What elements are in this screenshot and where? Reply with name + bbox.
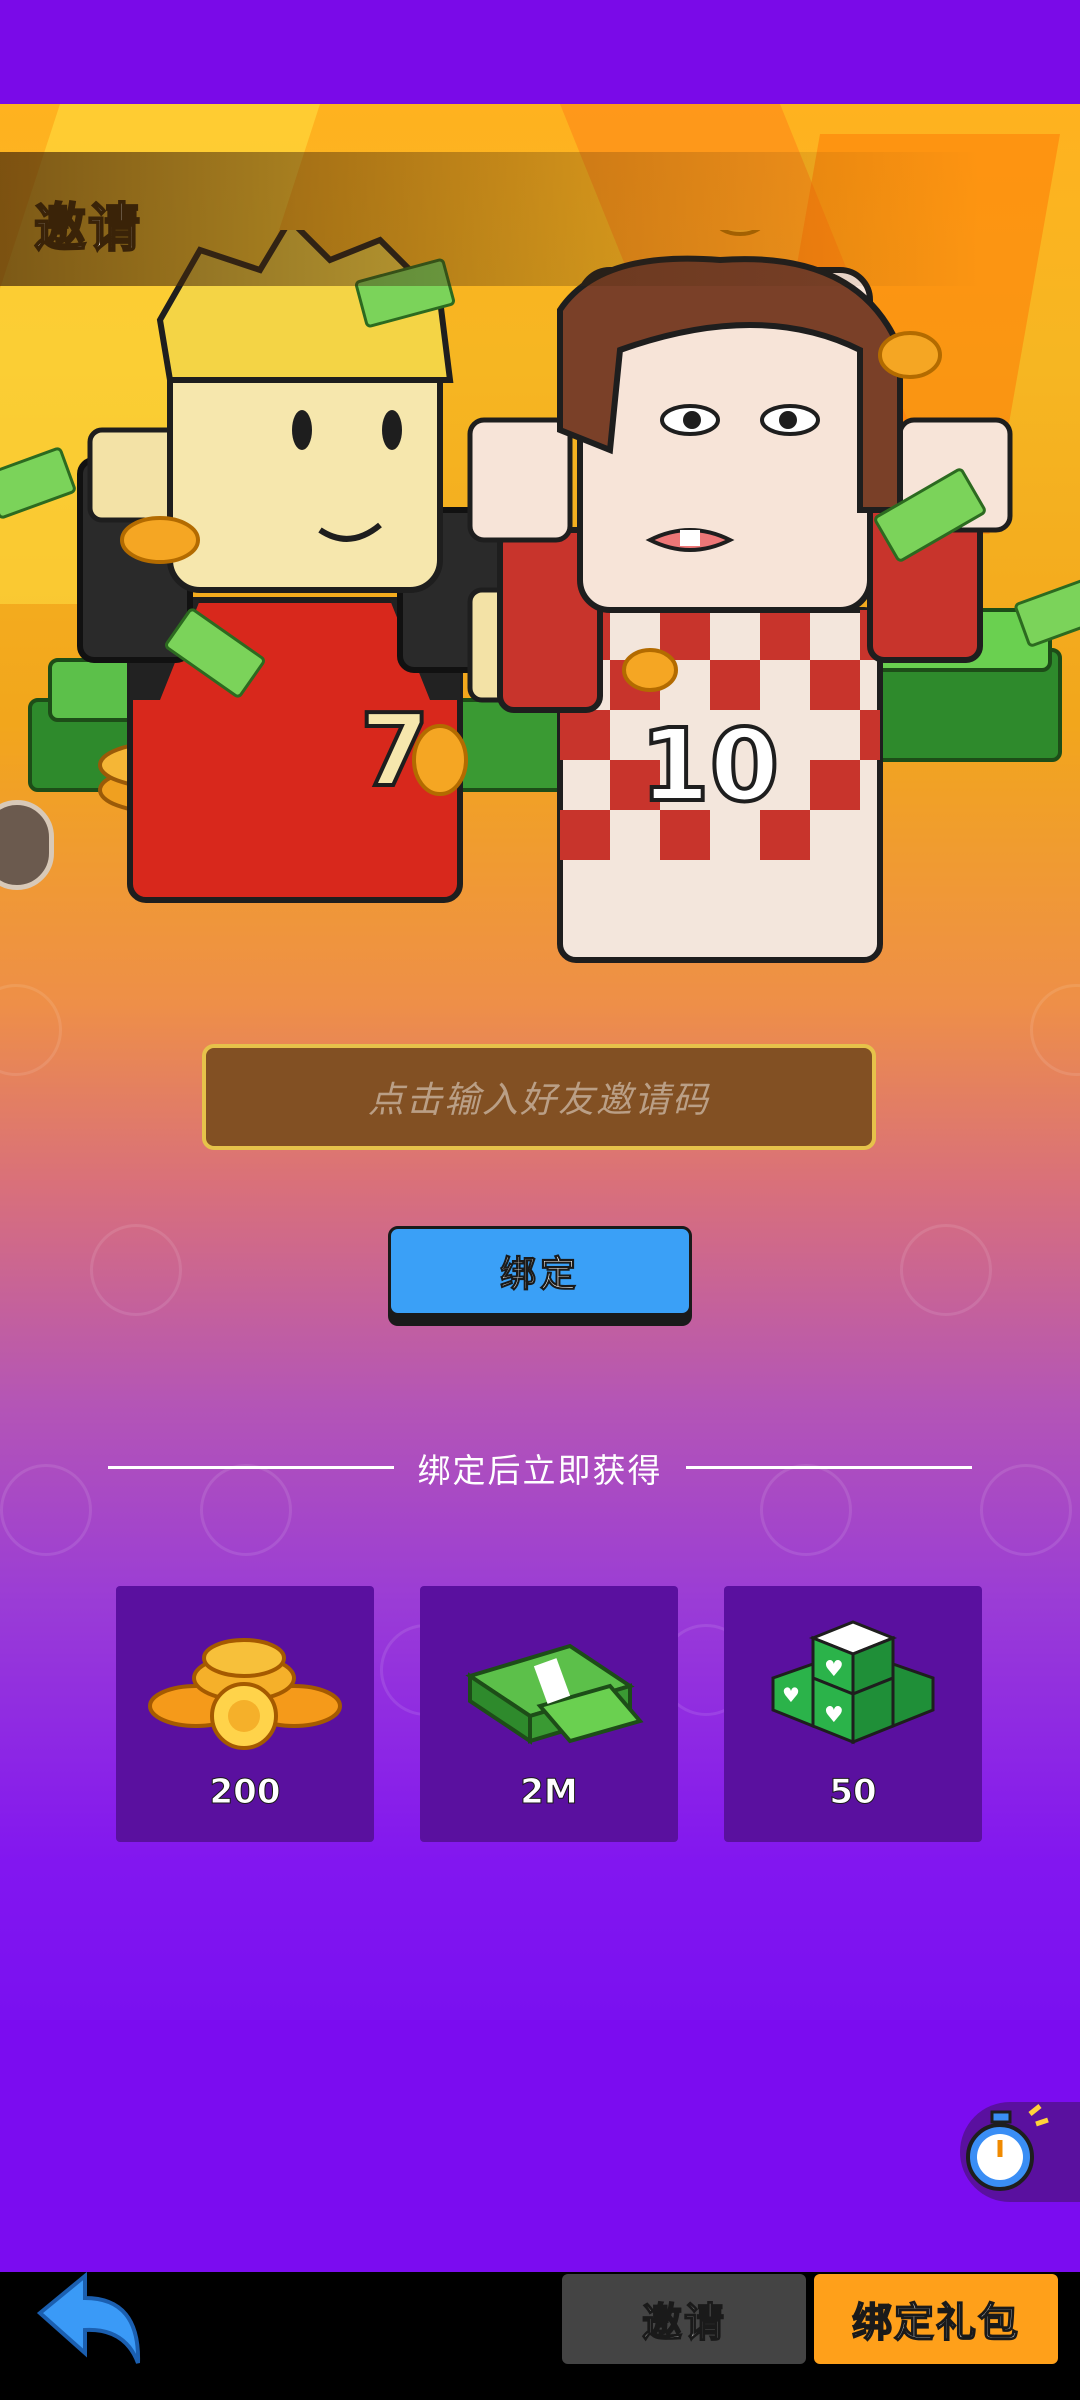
page-title: 邀请 (33, 198, 143, 260)
stopwatch-icon (966, 2104, 1049, 2191)
green-gem-cubes-icon: ♥ ♥ ♥ (771, 1620, 935, 1745)
status-strip (0, 0, 1080, 104)
reward-card-cash: 2M (420, 1586, 678, 1842)
reward-card-gems: ♥ ♥ ♥ 50 (724, 1586, 982, 1842)
reward-value-gems: 50 (829, 1772, 877, 1813)
gold-coins-icon (148, 1638, 342, 1750)
reward-value-cash: 2M (520, 1772, 579, 1813)
tab-invite[interactable]: 邀请 (562, 2274, 806, 2364)
reward-value-coins: 200 (209, 1772, 281, 1813)
bind-button[interactable]: 绑定 (388, 1226, 692, 1316)
tab-bind-gift[interactable]: 绑定礼包 (814, 2274, 1058, 2364)
reward-card-coins: 200 (116, 1586, 374, 1842)
rewards-caption: 绑定后立即获得 (417, 1451, 663, 1490)
divider-left (108, 1466, 394, 1469)
hero-artwork: 7 10 (0, 230, 1080, 963)
player-right-number: 10 (640, 707, 779, 824)
title-bar (0, 152, 980, 286)
svg-text:♥: ♥ (782, 1683, 800, 1707)
player-left: 7 (77, 230, 553, 903)
svg-text:♥: ♥ (824, 1657, 844, 1682)
timer-button[interactable] (960, 2102, 1080, 2202)
back-arrow-icon[interactable] (30, 2268, 150, 2378)
divider-right (686, 1466, 972, 1469)
svg-text:♥: ♥ (824, 1703, 844, 1728)
cash-stack-icon (465, 1643, 644, 1745)
invite-code-input[interactable]: 点击输入好友邀请码 (202, 1044, 876, 1150)
